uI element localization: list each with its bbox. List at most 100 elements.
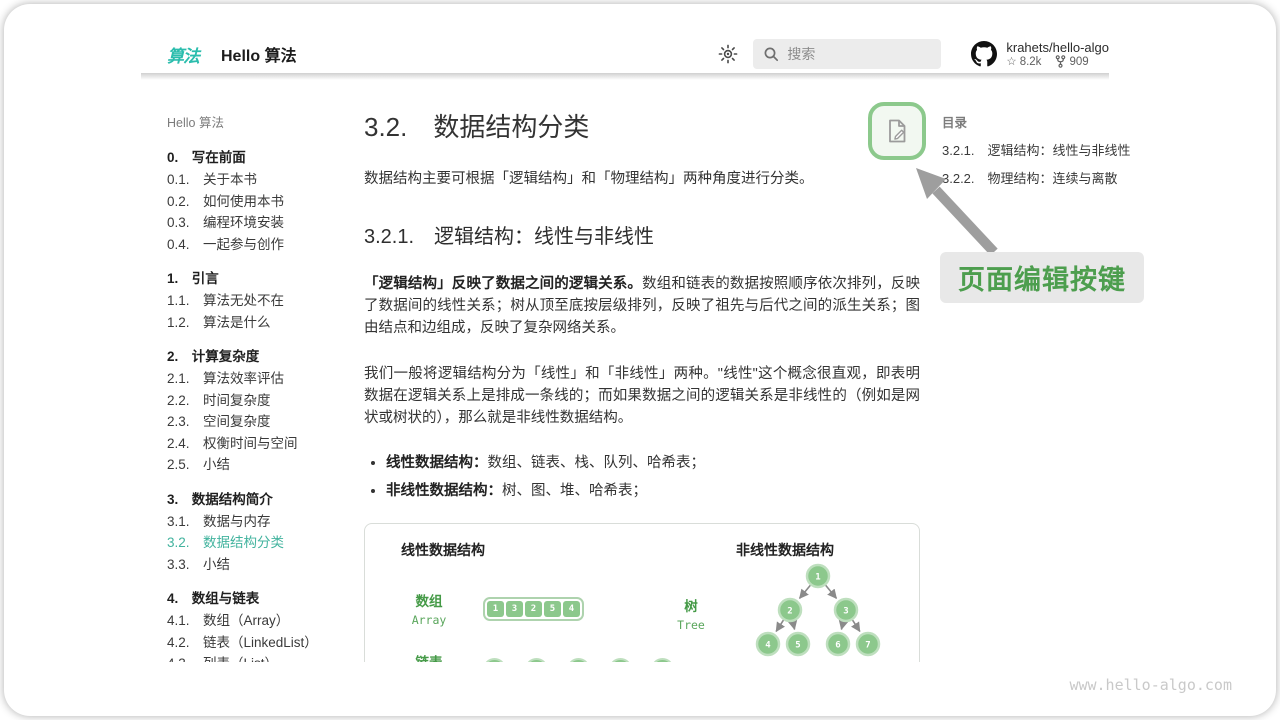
site-header: 算法 Hello 算法	[141, 34, 1109, 74]
sidebar-item[interactable]: 1.1. 算法无处不在	[167, 290, 352, 312]
sidebar-item[interactable]: 4.3. 列表（List）	[167, 653, 352, 662]
github-repo-link[interactable]: krahets/hello-algo ☆ 8.2k	[971, 40, 1109, 69]
site-logo[interactable]: 算法	[167, 42, 199, 67]
toc-panel: 目录 3.2.1. 逻辑结构：线性与非线性 3.2.2. 物理结构：连续与离散	[942, 112, 1132, 187]
figure-linear-column: 线性数据结构 数组 Array 13254 链表 Linked List	[375, 540, 642, 662]
array-label-en: Array	[375, 613, 483, 627]
sun-icon	[718, 44, 738, 64]
array-label: 数组 Array	[375, 590, 483, 627]
tree-label: 树 Tree	[648, 595, 734, 632]
sidebar-item[interactable]: 3.1. 数据与内存	[167, 511, 352, 533]
site-title[interactable]: Hello 算法	[221, 42, 297, 66]
sidebar-item[interactable]: 2.2. 时间复杂度	[167, 390, 352, 412]
header-right: krahets/hello-algo ☆ 8.2k	[717, 39, 1109, 69]
sidebar-nav-list: 0. 写在前面0.1. 关于本书0.2. 如何使用本书0.3. 编程环境安装0.…	[167, 147, 352, 662]
list-node: 3	[525, 658, 548, 662]
toc-list: 3.2.1. 逻辑结构：线性与非线性 3.2.2. 物理结构：连续与离散	[942, 140, 1132, 187]
bullet-text: 树、图、堆、哈希表；	[502, 483, 647, 499]
sidebar-item[interactable]: 2.4. 权衡时间与空间	[167, 433, 352, 455]
svg-text:3: 3	[843, 606, 848, 616]
edit-page-icon	[884, 117, 910, 145]
tree-row: 树 Tree 1 2 3 4 5 6 7	[642, 562, 909, 662]
figure-linear-header: 线性数据结构	[401, 540, 642, 560]
tree-label-zh: 树	[648, 595, 734, 615]
cell-value: 5	[544, 601, 561, 617]
linked-list-label: 链表 Linked List	[375, 651, 483, 662]
sidebar-item[interactable]: 1.2. 算法是什么	[167, 312, 352, 334]
repo-text: krahets/hello-algo ☆ 8.2k	[1006, 40, 1109, 69]
page-edit-button[interactable]	[868, 102, 926, 160]
sidebar-item[interactable]: 4.2. 链表（LinkedList）	[167, 632, 352, 654]
cell-value: 4	[563, 601, 580, 617]
sidebar-site-label: Hello 算法	[167, 112, 352, 134]
sidebar-item[interactable]: 3.3. 小结	[167, 554, 352, 576]
page-card: 算法 Hello 算法	[4, 4, 1276, 716]
sidebar-item[interactable]: 2.5. 小结	[167, 454, 352, 476]
bullet-list: 线性数据结构：数组、链表、栈、队列、哈希表；非线性数据结构：树、图、堆、哈希表；	[364, 449, 920, 505]
star-count: 8.2k	[1020, 55, 1042, 69]
fork-count: 909	[1069, 55, 1088, 69]
bullet-text: 数组、链表、栈、队列、哈希表；	[488, 455, 706, 471]
page-content-clip: 算法 Hello 算法	[4, 4, 1276, 662]
github-icon	[971, 41, 997, 67]
sidebar-item[interactable]: 4.1. 数组（Array）	[167, 610, 352, 632]
theme-toggle-button[interactable]	[717, 43, 739, 65]
list-node: 5	[609, 658, 632, 662]
sidebar-group-header[interactable]: 1. 引言	[167, 268, 352, 290]
logic-paragraph: 「逻辑结构」反映了数据之间的逻辑关系。数组和链表的数据按照顺序依次排列，反映了数…	[364, 273, 920, 339]
toc-item[interactable]: 3.2.1. 逻辑结构：线性与非线性	[942, 140, 1132, 159]
sidebar-item[interactable]: 0.1. 关于本书	[167, 169, 352, 191]
toc-title: 目录	[942, 112, 1132, 131]
logic-paragraph-lead: 「逻辑结构」反映了数据之间的逻辑关系。	[364, 276, 642, 292]
sidebar-item[interactable]: 0.4. 一起参与创作	[167, 234, 352, 256]
list-node: 1	[483, 658, 506, 662]
cell-value: 2	[525, 601, 542, 617]
search-box[interactable]	[753, 39, 941, 69]
svg-text:7: 7	[865, 640, 870, 650]
bullet-item: 线性数据结构：数组、链表、栈、队列、哈希表；	[386, 449, 920, 477]
screenshot-canvas: 算法 Hello 算法	[0, 0, 1280, 720]
site-watermark: www.hello-algo.com	[1069, 676, 1232, 694]
array-graphic: 13254	[483, 597, 584, 621]
search-input[interactable]	[787, 46, 931, 62]
bullet-lead: 线性数据结构：	[386, 455, 488, 471]
toc-item[interactable]: 3.2.2. 物理结构：连续与离散	[942, 168, 1132, 187]
svg-text:1: 1	[815, 572, 820, 582]
sidebar-item[interactable]: 2.3. 空间复杂度	[167, 411, 352, 433]
svg-text:2: 2	[787, 606, 792, 616]
array-label-zh: 数组	[375, 590, 483, 610]
repo-stats: ☆ 8.2k 909	[1006, 55, 1109, 69]
svg-text:4: 4	[765, 640, 771, 650]
cell-value: 1	[487, 601, 504, 617]
linked-list-label-zh: 链表	[375, 651, 483, 662]
star-icon: ☆	[1006, 55, 1016, 69]
header-divider	[141, 73, 1109, 80]
bullet-lead: 非线性数据结构：	[386, 483, 502, 499]
tree-label-en: Tree	[648, 618, 734, 632]
sidebar-item[interactable]: 0.2. 如何使用本书	[167, 191, 352, 213]
figure-nonlinear-column: 非线性数据结构 树 Tree 1234567 图 Graph	[642, 540, 909, 662]
data-structure-figure: 线性数据结构 数组 Array 13254 链表 Linked List	[364, 523, 920, 662]
array-row: 数组 Array 13254	[375, 590, 642, 627]
search-icon	[763, 46, 779, 62]
bullet-item: 非线性数据结构：树、图、堆、哈希表；	[386, 477, 920, 505]
list-node: 2	[567, 658, 590, 662]
figure-nonlinear-header: 非线性数据结构	[736, 540, 909, 560]
sidebar-item[interactable]: 3.2. 数据结构分类	[167, 532, 352, 554]
main-content: 3.2. 数据结构分类 数据结构主要可根据「逻辑结构」和「物理结构」两种角度进行…	[364, 107, 920, 662]
sidebar-item[interactable]: 2.1. 算法效率评估	[167, 368, 352, 390]
page-title: 3.2. 数据结构分类	[364, 107, 920, 144]
sidebar-group-header[interactable]: 4. 数组与链表	[167, 588, 352, 610]
sidebar-nav: Hello 算法 0. 写在前面0.1. 关于本书0.2. 如何使用本书0.3.…	[167, 112, 352, 662]
sidebar-item[interactable]: 0.3. 编程环境安装	[167, 212, 352, 234]
sidebar-group-header[interactable]: 3. 数据结构简介	[167, 489, 352, 511]
annotation-label: 页面编辑按键	[940, 252, 1144, 303]
sidebar-group-header[interactable]: 0. 写在前面	[167, 147, 352, 169]
svg-text:6: 6	[835, 640, 840, 650]
fork-icon	[1055, 55, 1066, 68]
tree-graphic: 1 2 3 4 5 6 7	[734, 562, 902, 662]
svg-text:5: 5	[795, 640, 800, 650]
cell-value: 3	[506, 601, 523, 617]
section-heading: 3.2.1. 逻辑结构：线性与非线性	[364, 220, 920, 249]
sidebar-group-header[interactable]: 2. 计算复杂度	[167, 346, 352, 368]
